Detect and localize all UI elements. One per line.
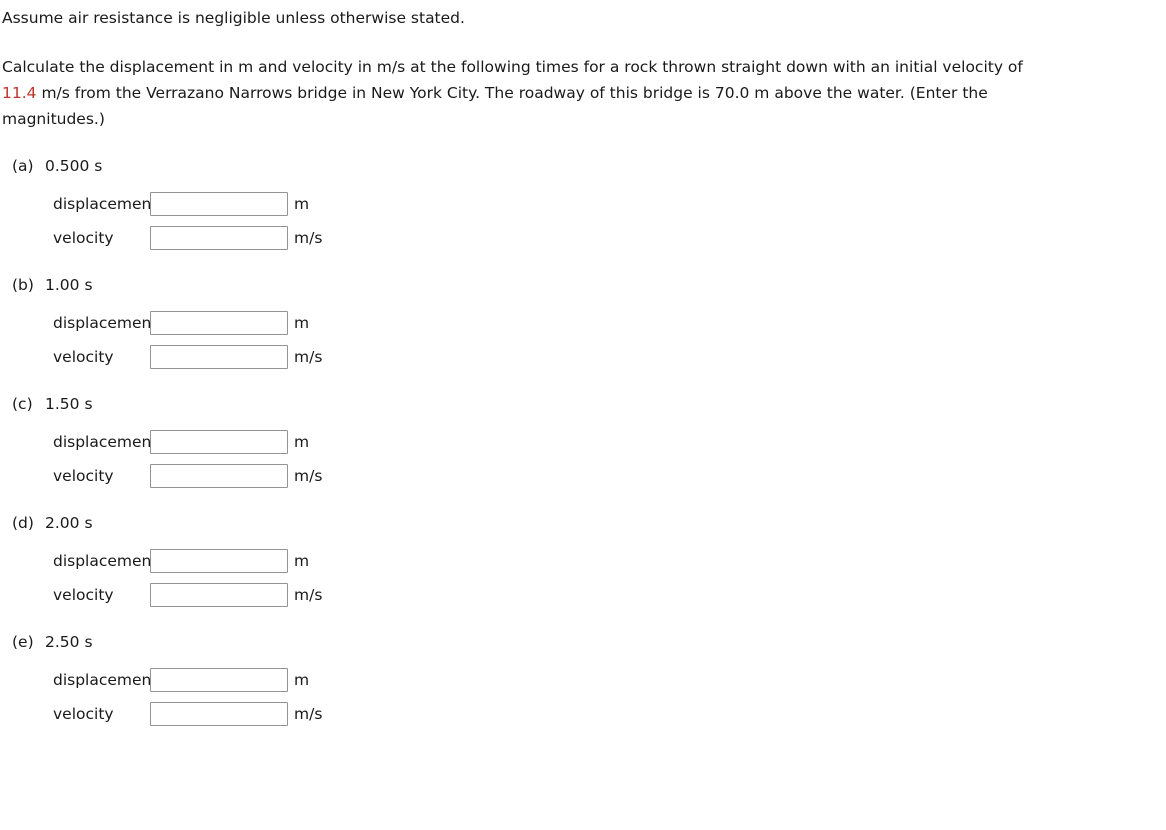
- part-a-header: (a) 0.500 s: [0, 154, 1166, 178]
- problem-statement: Calculate the displacement in m and velo…: [2, 54, 1158, 132]
- part-c-displacement-unit: m: [294, 433, 310, 451]
- part-e-displacement-input[interactable]: [150, 668, 288, 692]
- part-a-displacement-unit: m: [294, 195, 310, 213]
- part-d: (d) 2.00 s displacement m velocity m/s: [0, 511, 1166, 610]
- part-c-header: (c) 1.50 s: [0, 392, 1166, 416]
- part-a: (a) 0.500 s displacement m velocity m/s: [0, 154, 1166, 253]
- part-e-time: 2.50 s: [45, 633, 93, 651]
- part-d-header: (d) 2.00 s: [0, 511, 1166, 535]
- part-b: (b) 1.00 s displacement m velocity m/s: [0, 273, 1166, 372]
- question-page: Assume air resistance is negligible unle…: [0, 0, 1166, 830]
- part-b-displacement-label: displacement: [53, 314, 158, 332]
- part-d-displacement-unit: m: [294, 552, 310, 570]
- part-c: (c) 1.50 s displacement m velocity m/s: [0, 392, 1166, 491]
- part-d-letter: (d): [12, 514, 34, 532]
- part-a-displacement-label: displacement: [53, 195, 158, 213]
- part-d-displacement-input[interactable]: [150, 549, 288, 573]
- parts-list: (a) 0.500 s displacement m velocity m/s …: [0, 154, 1166, 729]
- part-b-velocity-unit: m/s: [294, 348, 323, 366]
- part-b-time: 1.00 s: [45, 276, 93, 294]
- part-e-velocity-label: velocity: [53, 705, 114, 723]
- part-e: (e) 2.50 s displacement m velocity m/s: [0, 630, 1166, 729]
- part-a-velocity-input[interactable]: [150, 226, 288, 250]
- part-c-displacement-input[interactable]: [150, 430, 288, 454]
- part-b-displacement-unit: m: [294, 314, 310, 332]
- part-d-velocity-unit: m/s: [294, 586, 323, 604]
- intro-block: Assume air resistance is negligible unle…: [0, 0, 1166, 132]
- part-b-velocity-row: velocity m/s: [0, 342, 1166, 372]
- part-c-velocity-row: velocity m/s: [0, 461, 1166, 491]
- part-c-letter: (c): [12, 395, 33, 413]
- problem-statement-line-1: Calculate the displacement in m and velo…: [2, 58, 1023, 76]
- part-a-velocity-unit: m/s: [294, 229, 323, 247]
- part-e-letter: (e): [12, 633, 34, 651]
- part-b-letter: (b): [12, 276, 34, 294]
- part-b-header: (b) 1.00 s: [0, 273, 1166, 297]
- part-b-displacement-input[interactable]: [150, 311, 288, 335]
- part-a-displacement-row: displacement m: [0, 189, 1166, 219]
- part-b-displacement-row: displacement m: [0, 308, 1166, 338]
- part-d-time: 2.00 s: [45, 514, 93, 532]
- part-e-displacement-label: displacement: [53, 671, 158, 689]
- problem-statement-line-2-rest: m/s from the Verrazano Narrows bridge in…: [36, 84, 988, 102]
- part-b-velocity-input[interactable]: [150, 345, 288, 369]
- air-resistance-note: Assume air resistance is negligible unle…: [2, 9, 465, 27]
- part-e-velocity-row: velocity m/s: [0, 699, 1166, 729]
- part-c-displacement-label: displacement: [53, 433, 158, 451]
- part-e-displacement-unit: m: [294, 671, 310, 689]
- part-e-displacement-row: displacement m: [0, 665, 1166, 695]
- part-c-time: 1.50 s: [45, 395, 93, 413]
- part-d-velocity-input[interactable]: [150, 583, 288, 607]
- part-d-velocity-row: velocity m/s: [0, 580, 1166, 610]
- part-c-velocity-label: velocity: [53, 467, 114, 485]
- part-e-velocity-unit: m/s: [294, 705, 323, 723]
- part-a-time: 0.500 s: [45, 157, 103, 175]
- part-a-displacement-input[interactable]: [150, 192, 288, 216]
- initial-velocity-value: 11.4: [2, 84, 37, 102]
- part-a-letter: (a): [12, 157, 34, 175]
- part-c-displacement-row: displacement m: [0, 427, 1166, 457]
- problem-statement-line-3: magnitudes.): [2, 110, 105, 128]
- part-d-displacement-row: displacement m: [0, 546, 1166, 576]
- part-e-header: (e) 2.50 s: [0, 630, 1166, 654]
- part-e-velocity-input[interactable]: [150, 702, 288, 726]
- part-c-velocity-unit: m/s: [294, 467, 323, 485]
- part-b-velocity-label: velocity: [53, 348, 114, 366]
- problem-statement-line-2: 11.4 m/s from the Verrazano Narrows brid…: [2, 80, 1158, 106]
- part-a-velocity-row: velocity m/s: [0, 223, 1166, 253]
- part-c-velocity-input[interactable]: [150, 464, 288, 488]
- part-a-velocity-label: velocity: [53, 229, 114, 247]
- part-d-displacement-label: displacement: [53, 552, 158, 570]
- part-d-velocity-label: velocity: [53, 586, 114, 604]
